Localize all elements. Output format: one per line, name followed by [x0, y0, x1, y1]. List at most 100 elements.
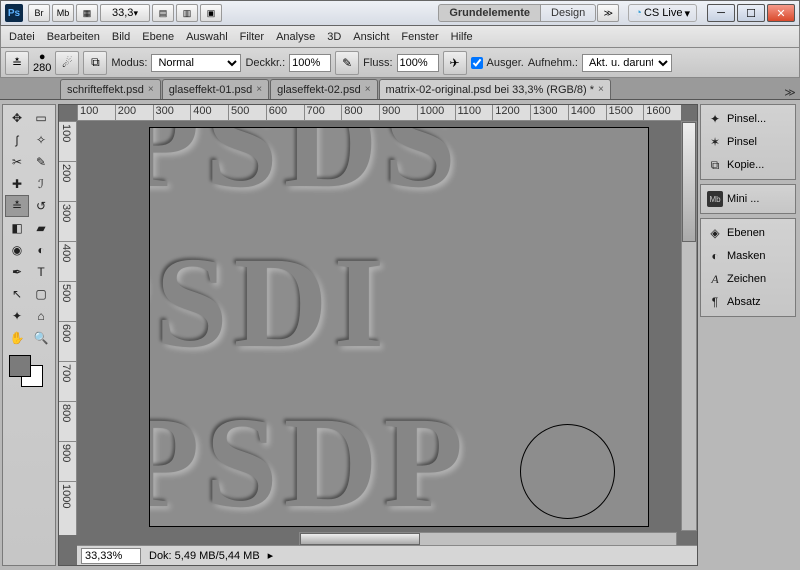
move-tool[interactable]: ✥ [5, 107, 29, 129]
scrollbar-vertical[interactable] [681, 121, 697, 531]
panel-zeichen[interactable]: AZeichen [703, 268, 793, 290]
menu-datei[interactable]: Datei [9, 31, 35, 43]
airbrush-button[interactable]: ✈ [443, 51, 467, 75]
panel-absatz[interactable]: ¶Absatz [703, 291, 793, 313]
panel-pinsel-vorgaben[interactable]: ✦Pinsel... [703, 108, 793, 130]
hand-tool[interactable]: ✋ [5, 327, 29, 349]
minibridge-icon: Mb [707, 191, 723, 207]
eyedropper-tool[interactable]: ✎ [29, 151, 53, 173]
crop-tool[interactable]: ✂ [5, 151, 29, 173]
tab-label: schrifteffekt.psd [67, 84, 144, 96]
eraser-tool[interactable]: ◧ [5, 217, 29, 239]
toolbox: ✥ ▭ ʃ ✧ ✂ ✎ ✚ ℐ ≛ ↺ ◧ ▰ ◉ ◐ ✒ T ↖ ▢ ✦ ⌂ … [2, 104, 56, 566]
lasso-tool[interactable]: ʃ [5, 129, 29, 151]
canvas[interactable]: PSDS PSDI PSDP [149, 127, 649, 527]
view-grid-button[interactable]: ▤ [152, 4, 174, 22]
menu-analyse[interactable]: Analyse [276, 31, 315, 43]
opacity-pressure-button[interactable]: ✎ [335, 51, 359, 75]
tab-glaseffekt-01[interactable]: glaseffekt-01.psd× [162, 79, 269, 99]
canvas-viewport: 1002003004005006007008009001000110012001… [58, 104, 698, 566]
menu-hilfe[interactable]: Hilfe [451, 31, 473, 43]
path-select-tool[interactable]: ↖ [5, 283, 29, 305]
app-icon: Ps [5, 4, 23, 22]
canvas-text-row2: PSDI [149, 228, 390, 378]
type-tool[interactable]: T [29, 261, 53, 283]
tab-overflow-button[interactable]: ≫ [780, 86, 800, 99]
tab-glaseffekt-02[interactable]: glaseffekt-02.psd × [270, 79, 377, 99]
modus-label: Modus: [111, 57, 147, 69]
scrollbar-horizontal[interactable] [299, 532, 677, 546]
menu-bearbeiten[interactable]: Bearbeiten [47, 31, 100, 43]
ausger-checkbox[interactable] [471, 57, 483, 69]
clone-panel-button[interactable]: ⧉ [83, 51, 107, 75]
workspace-more-button[interactable]: ≫ [597, 4, 619, 22]
workspace-active[interactable]: Grundelemente [438, 4, 541, 22]
close-icon[interactable]: × [148, 84, 154, 95]
brush-tool[interactable]: ℐ [29, 173, 53, 195]
document-tab-bar: schrifteffekt.psd × glaseffekt-01.psd× gl… [0, 78, 800, 100]
window-maximize-button[interactable]: ☐ [737, 4, 765, 22]
status-zoom[interactable]: 33,33% [81, 548, 141, 564]
menu-bild[interactable]: Bild [112, 31, 130, 43]
scrollbar-thumb[interactable] [300, 533, 420, 545]
menu-3d[interactable]: 3D [327, 31, 341, 43]
gradient-tool[interactable]: ▰ [29, 217, 53, 239]
aufnehm-select[interactable]: Akt. u. darunter [582, 54, 672, 72]
workspace-design[interactable]: Design [541, 4, 596, 22]
panel-minibridge[interactable]: MbMini ... [703, 188, 793, 210]
heal-tool[interactable]: ✚ [5, 173, 29, 195]
masks-icon: ◐ [707, 248, 723, 264]
blur-tool[interactable]: ◉ [5, 239, 29, 261]
brush-picker[interactable]: ● 280 [33, 53, 51, 73]
magic-wand-tool[interactable]: ✧ [29, 129, 53, 151]
brush-size-value: 280 [33, 64, 51, 73]
menu-filter[interactable]: Filter [240, 31, 264, 43]
menu-fenster[interactable]: Fenster [401, 31, 438, 43]
view-extras-button[interactable]: ▦ [76, 4, 98, 22]
zoom-level-dropdown[interactable]: 33,3 ▾ [100, 4, 150, 22]
brush-panel-button[interactable]: ☄ [55, 51, 79, 75]
right-panel-dock: ✦Pinsel... ✶Pinsel ⧉Kopie... MbMini ... … [700, 104, 796, 566]
cslive-button[interactable]: ◔ CS Live ▾ [628, 4, 697, 22]
view-guides-button[interactable]: ▥ [176, 4, 198, 22]
pen-tool[interactable]: ✒ [5, 261, 29, 283]
menu-ansicht[interactable]: Ansicht [353, 31, 389, 43]
close-icon[interactable]: × [256, 84, 262, 95]
modus-select[interactable]: Normal [151, 54, 241, 72]
panel-masken[interactable]: ◐Masken [703, 245, 793, 267]
panel-label: Ebenen [727, 227, 765, 239]
tab-matrix-02[interactable]: matrix-02-original.psd bei 33,3% (RGB/8)… [379, 79, 611, 99]
deckk-input[interactable] [289, 54, 331, 72]
tab-schrifteffekt[interactable]: schrifteffekt.psd × [60, 79, 161, 99]
close-icon[interactable]: × [365, 84, 371, 95]
foreground-color-swatch[interactable] [9, 355, 31, 377]
dodge-tool[interactable]: ◐ [29, 239, 53, 261]
zoom-tool[interactable]: 🔍 [29, 327, 53, 349]
stamp-tool[interactable]: ≛ [5, 195, 29, 217]
3d-camera-tool[interactable]: ⌂ [29, 305, 53, 327]
panel-kopie[interactable]: ⧉Kopie... [703, 154, 793, 176]
window-minimize-button[interactable]: ─ [707, 4, 735, 22]
minibridge-button[interactable]: Mb [52, 4, 74, 22]
tab-label: glaseffekt-02.psd [277, 84, 361, 96]
3d-tool[interactable]: ✦ [5, 305, 29, 327]
scrollbar-thumb[interactable] [682, 122, 696, 242]
color-swatches[interactable] [5, 355, 53, 391]
shape-tool[interactable]: ▢ [29, 283, 53, 305]
menu-ebene[interactable]: Ebene [142, 31, 174, 43]
marquee-tool[interactable]: ▭ [29, 107, 53, 129]
menu-auswahl[interactable]: Auswahl [186, 31, 228, 43]
bridge-button[interactable]: Br [28, 4, 50, 22]
ruler-horizontal[interactable]: 1002003004005006007008009001000110012001… [77, 105, 681, 121]
status-menu-arrow[interactable]: ▸ [268, 549, 274, 562]
ruler-vertical[interactable]: 1002003004005006007008009001000 [59, 121, 77, 535]
panel-pinsel[interactable]: ✶Pinsel [703, 131, 793, 153]
history-brush-tool[interactable]: ↺ [29, 195, 53, 217]
panel-label: Absatz [727, 296, 761, 308]
fluss-input[interactable] [397, 54, 439, 72]
window-close-button[interactable]: ✕ [767, 4, 795, 22]
tool-preset-button[interactable]: ≛ [5, 51, 29, 75]
screen-mode-button[interactable]: ▣ [200, 4, 222, 22]
panel-ebenen[interactable]: ◈Ebenen [703, 222, 793, 244]
close-icon[interactable]: × [598, 84, 604, 95]
